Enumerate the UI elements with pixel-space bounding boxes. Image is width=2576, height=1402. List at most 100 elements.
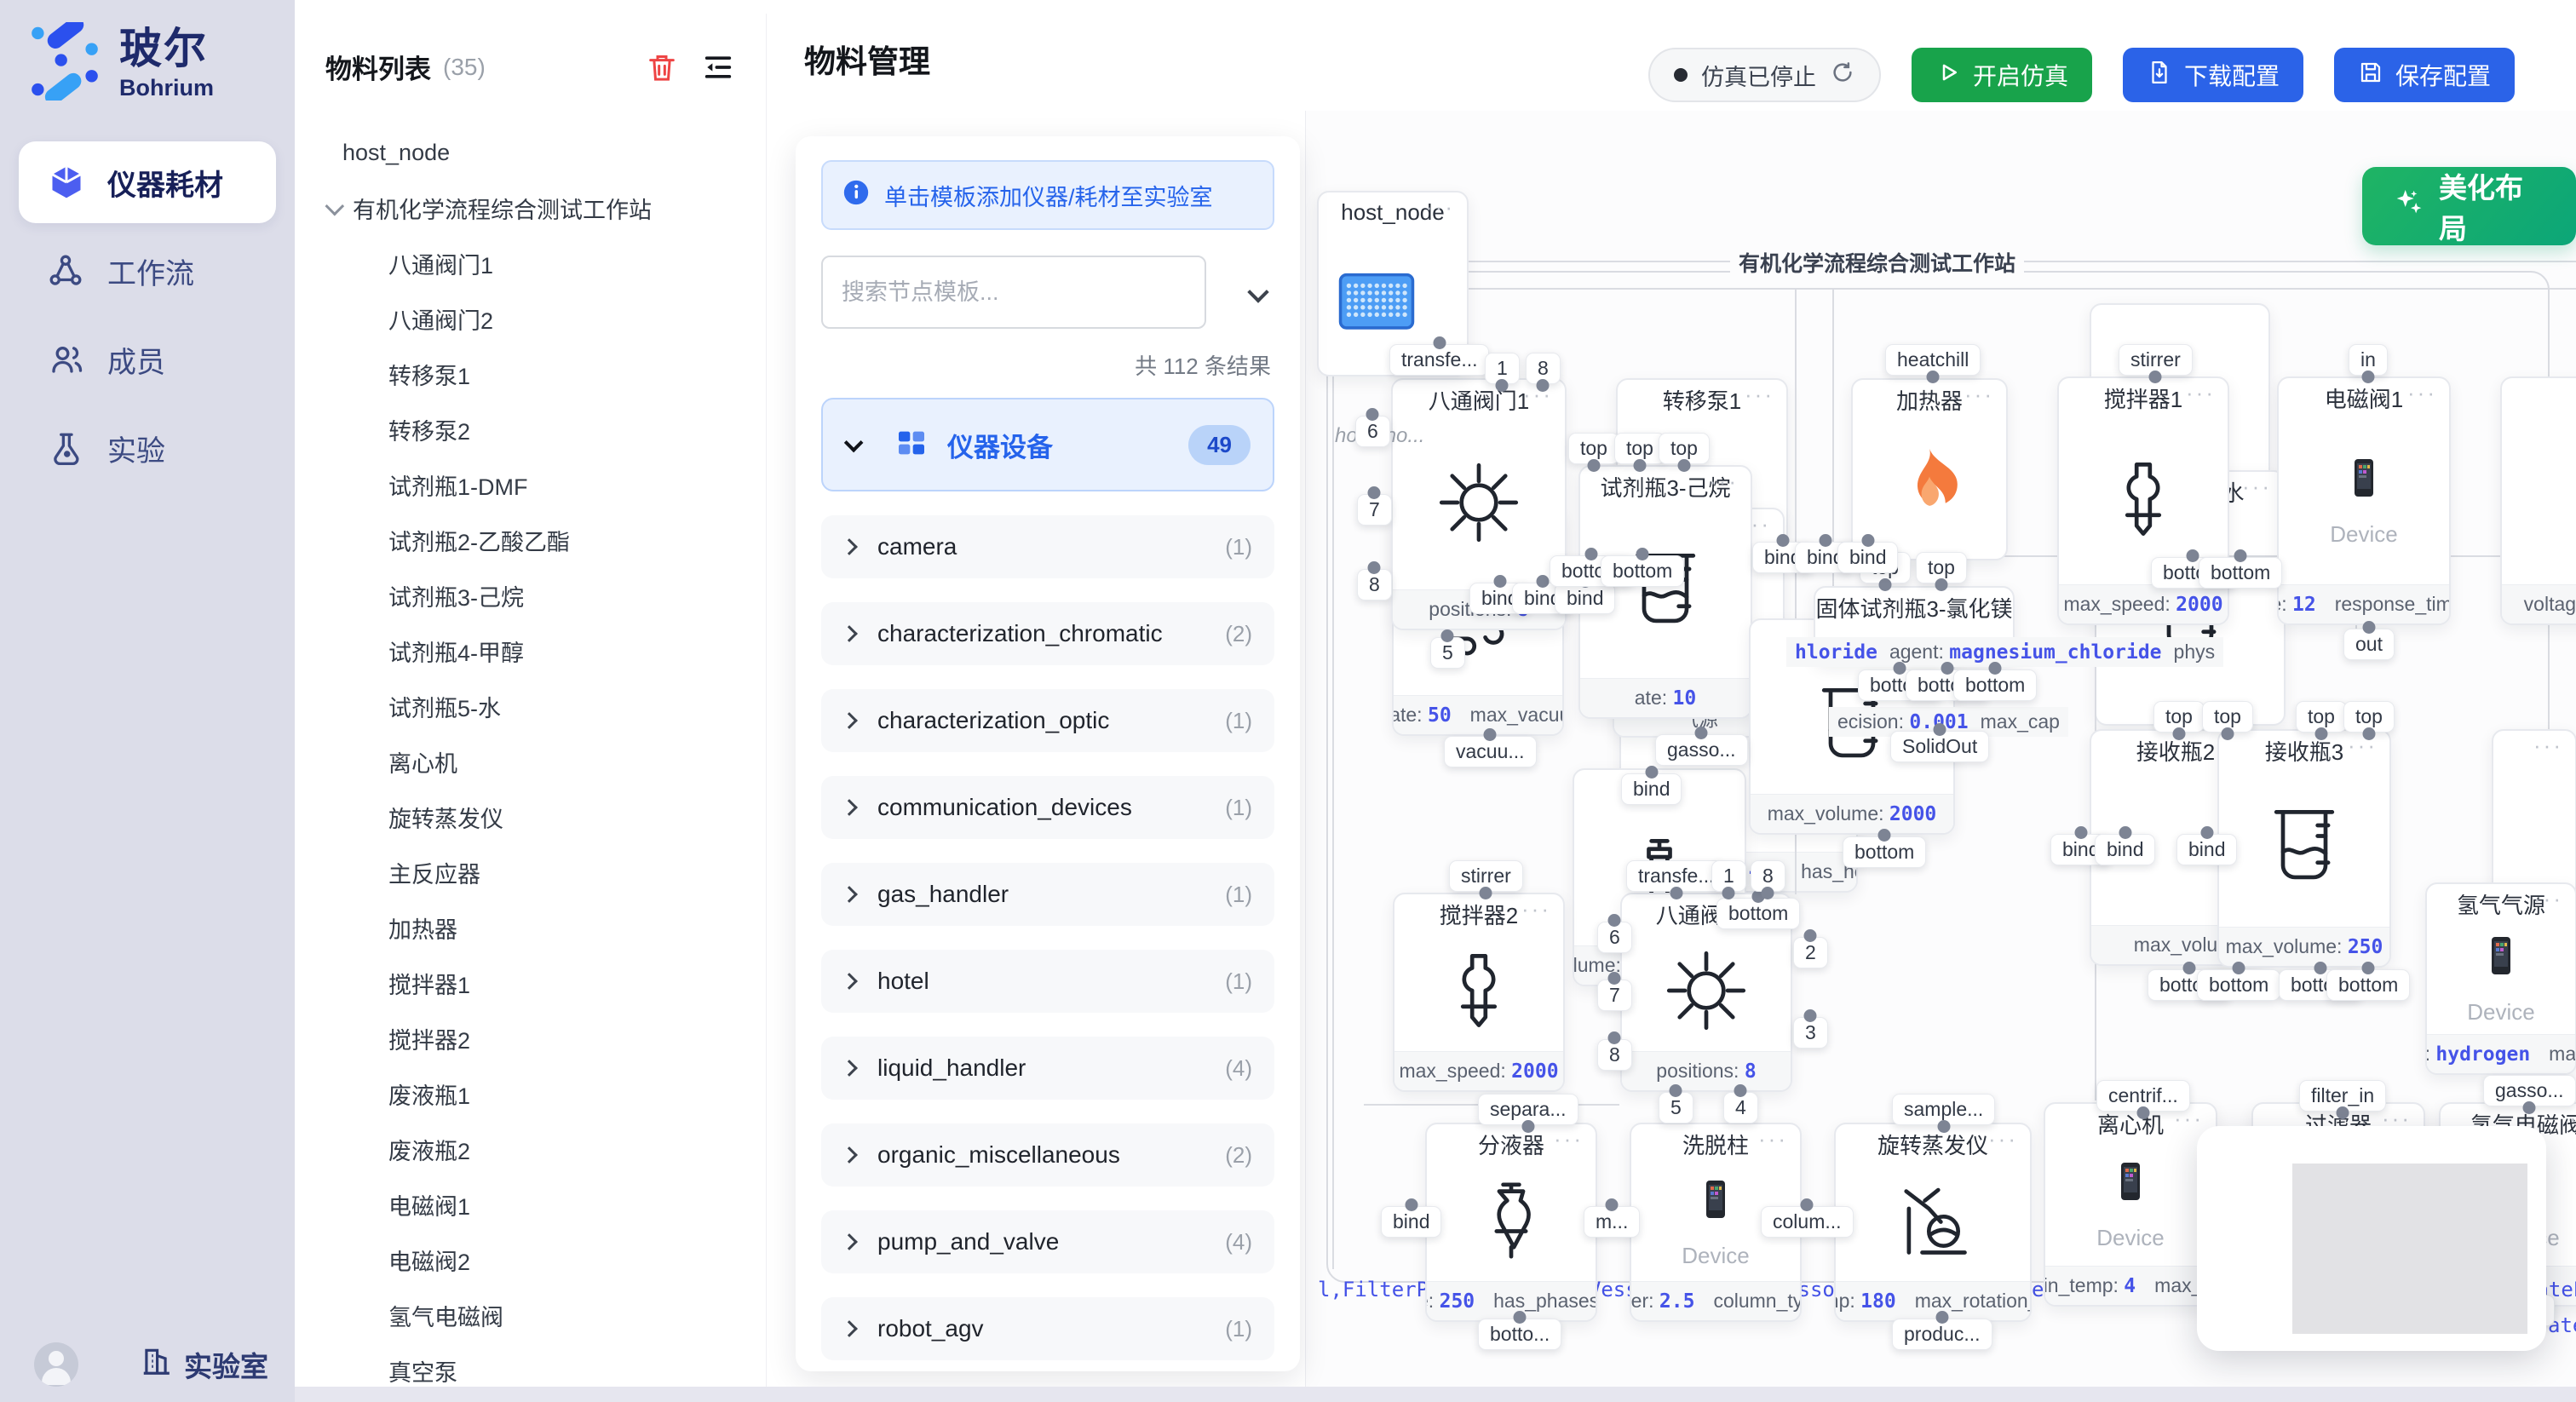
- download-config-button[interactable]: 下载配置: [2123, 48, 2303, 102]
- port-chip-8[interactable]: 8: [1597, 1039, 1632, 1071]
- port-chip-8[interactable]: 8: [1357, 569, 1392, 600]
- sidebar-item-experiments[interactable]: 实验: [19, 407, 276, 489]
- port-chip-7[interactable]: 7: [1597, 980, 1632, 1011]
- node-搅拌器2[interactable]: 搅拌器2···max_speed: 2000: [1393, 893, 1565, 1092]
- sidebar-item-instruments[interactable]: 仪器耗材: [19, 141, 276, 223]
- port-chip-top[interactable]: top: [1614, 433, 1665, 464]
- tree-item[interactable]: 试剂瓶5-水: [295, 679, 766, 734]
- port-chip-transfe[interactable]: transfe...: [1389, 344, 1489, 376]
- tree-item[interactable]: 试剂瓶1-DMF: [295, 457, 766, 513]
- node-旋转蒸发仪[interactable]: 旋转蒸发仪···temp: 180max_rotation_sp: [1834, 1123, 2032, 1322]
- port-chip-5[interactable]: 5: [1659, 1092, 1693, 1123]
- refresh-icon[interactable]: [1830, 60, 1855, 91]
- tree-item[interactable]: 八通阀门1: [295, 236, 766, 291]
- trash-icon[interactable]: [645, 50, 679, 84]
- tree-item[interactable]: 电磁阀1: [295, 1177, 766, 1232]
- port-chip-bind[interactable]: bind: [1381, 1206, 1441, 1238]
- template-category-robot_agv[interactable]: robot_agv(1): [821, 1297, 1274, 1360]
- collapse-search-chevron-icon[interactable]: [1247, 281, 1268, 302]
- node-menu-icon[interactable]: ···: [1988, 1126, 2018, 1152]
- horizontal-scrollbar[interactable]: [295, 1387, 2576, 1402]
- tree-item[interactable]: 主反应器: [295, 845, 766, 900]
- port-chip-1[interactable]: 1: [1485, 353, 1520, 384]
- node-接收瓶3[interactable]: 接收瓶3···max_volume: 250: [2217, 729, 2391, 968]
- port-chip-sample[interactable]: sample...: [1892, 1094, 1995, 1125]
- template-category-gas_handler[interactable]: gas_handler(1): [821, 863, 1274, 926]
- template-category-pump_and_valve[interactable]: pump_and_valve(4): [821, 1210, 1274, 1273]
- node-menu-icon[interactable]: ···: [2569, 1106, 2576, 1132]
- template-search-input[interactable]: [821, 256, 1206, 329]
- port-chip-bottom[interactable]: bottom: [2199, 557, 2282, 589]
- port-chip-bottom[interactable]: bottom: [1843, 836, 1926, 868]
- port-chip-4[interactable]: 4: [1723, 1092, 1758, 1123]
- node-menu-icon[interactable]: ···: [1971, 589, 2001, 616]
- port-chip-top[interactable]: top: [2202, 701, 2253, 733]
- tree-item[interactable]: 氢气电磁阀: [295, 1288, 766, 1343]
- port-chip-m[interactable]: m...: [1584, 1206, 1640, 1238]
- port-chip-top[interactable]: top: [1916, 552, 1967, 583]
- collapse-list-icon[interactable]: [701, 50, 735, 84]
- port-chip-gasso[interactable]: gasso...: [2483, 1075, 2576, 1106]
- port-chip-8[interactable]: 8: [1751, 860, 1785, 892]
- tree-item[interactable]: 搅拌器1: [295, 956, 766, 1011]
- port-chip-produc[interactable]: produc...: [1892, 1319, 1992, 1350]
- sidebar-item-members[interactable]: 成员: [19, 319, 276, 400]
- tree-item[interactable]: 离心机: [295, 734, 766, 790]
- tree-item[interactable]: 转移泵2: [295, 402, 766, 457]
- sidebar-item-lab[interactable]: 实验室: [140, 1344, 268, 1385]
- tree-item[interactable]: 转移泵1: [295, 347, 766, 402]
- port-chip-vacuu[interactable]: vacuu...: [1444, 736, 1537, 767]
- tree-item[interactable]: 八通阀门2: [295, 291, 766, 347]
- node-menu-icon[interactable]: ···: [1964, 382, 1994, 408]
- sidebar-item-workflow[interactable]: 工作流: [19, 230, 276, 312]
- template-category-characterization_optic[interactable]: characterization_optic(1): [821, 689, 1274, 752]
- node-分液器[interactable]: 分液器···volume: 250has_phases: true: [1425, 1123, 1597, 1322]
- port-chip-3[interactable]: 3: [1793, 1017, 1828, 1049]
- port-chip-filter_in[interactable]: filter_in: [2299, 1080, 2386, 1112]
- port-chip-colum[interactable]: colum...: [1761, 1206, 1854, 1238]
- port-chip-top[interactable]: top: [2296, 701, 2347, 733]
- port-chip-8[interactable]: 8: [1526, 353, 1561, 384]
- port-chip-top[interactable]: top: [1659, 433, 1710, 464]
- canvas[interactable]: 有机化学流程综合测试工作站host_node···八通阀门1···positio…: [1305, 111, 2576, 1402]
- port-chip-6[interactable]: 6: [1355, 416, 1390, 447]
- template-category-characterization_chromatic[interactable]: characterization_chromatic(2): [821, 602, 1274, 665]
- template-category-camera[interactable]: camera(1): [821, 515, 1274, 578]
- port-chip-1[interactable]: 1: [1711, 860, 1746, 892]
- tree-item[interactable]: 试剂瓶2-乙酸乙酯: [295, 513, 766, 568]
- port-chip-botto[interactable]: botto...: [1478, 1319, 1561, 1350]
- tree-item[interactable]: 试剂瓶4-甲醇: [295, 623, 766, 679]
- tree-item[interactable]: 试剂瓶3-己烷: [295, 568, 766, 623]
- node-menu-icon[interactable]: ···: [2186, 380, 2216, 406]
- tree-item[interactable]: 电磁阀2: [295, 1232, 766, 1288]
- port-chip-in[interactable]: in: [2349, 344, 2388, 376]
- port-chip-top[interactable]: top: [2343, 701, 2395, 733]
- node-menu-icon[interactable]: ···: [1758, 1126, 1788, 1152]
- port-chip-bind[interactable]: bind: [2095, 834, 2155, 865]
- sim-status-pill[interactable]: 仿真已停止: [1648, 48, 1881, 102]
- node-menu-icon[interactable]: ···: [1554, 1126, 1584, 1152]
- port-chip-out[interactable]: out: [2343, 629, 2395, 660]
- port-chip-2[interactable]: 2: [1793, 937, 1828, 968]
- node-menu-icon[interactable]: ···: [1521, 896, 1551, 922]
- port-chip-SolidOut[interactable]: SolidOut: [1890, 731, 1989, 762]
- port-chip-gasso[interactable]: gasso...: [1655, 734, 1748, 766]
- port-chip-bottom[interactable]: bottom: [2326, 969, 2410, 1001]
- port-chip-top[interactable]: top: [1568, 433, 1619, 464]
- avatar[interactable]: [34, 1342, 78, 1387]
- node-menu-icon[interactable]: ···: [2533, 733, 2563, 759]
- port-chip-7[interactable]: 7: [1357, 494, 1392, 526]
- node-menu-icon[interactable]: ···: [2407, 380, 2437, 406]
- tree-root-host-node[interactable]: host_node: [295, 125, 766, 181]
- node-card[interactable]: voltage: 12: [2500, 376, 2576, 625]
- start-sim-button[interactable]: 开启仿真: [1912, 48, 2092, 102]
- port-chip-bind[interactable]: bind: [2176, 834, 2237, 865]
- tree-item[interactable]: 废液瓶2: [295, 1122, 766, 1177]
- port-chip-bind[interactable]: bind: [1555, 583, 1615, 614]
- template-category-communication_devices[interactable]: communication_devices(1): [821, 776, 1274, 839]
- port-chip-bottom[interactable]: bottom: [1601, 555, 1684, 587]
- tree-item[interactable]: 旋转蒸发仪: [295, 790, 766, 845]
- template-category-organic_miscellaneous[interactable]: organic_miscellaneous(2): [821, 1123, 1274, 1187]
- port-chip-stirrer[interactable]: stirrer: [2119, 344, 2193, 376]
- template-category-hotel[interactable]: hotel(1): [821, 950, 1274, 1013]
